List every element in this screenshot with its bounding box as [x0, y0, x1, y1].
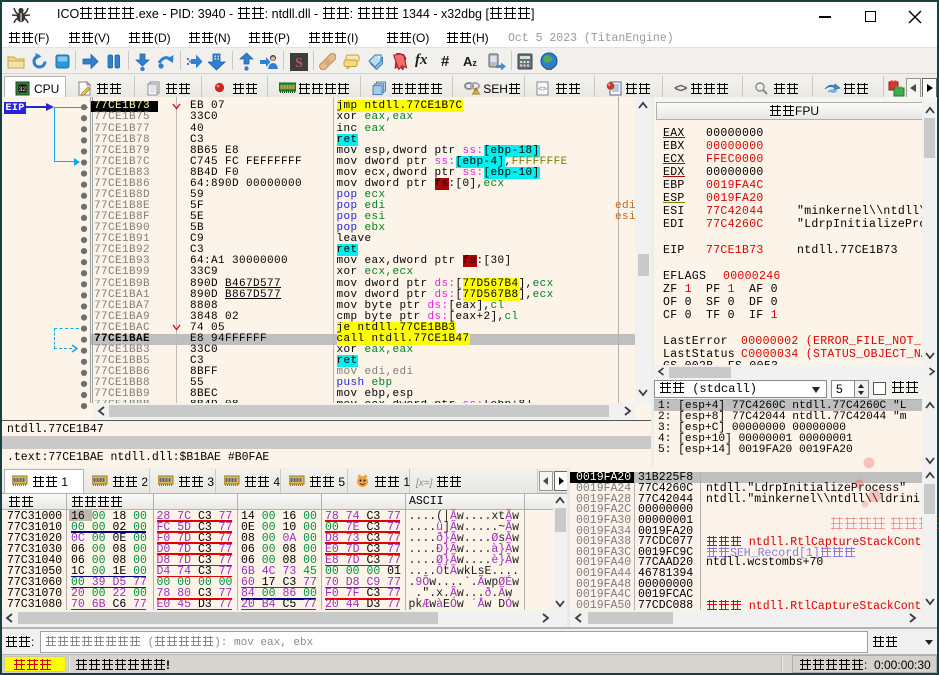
svg-text:S: S	[295, 56, 303, 71]
svg-text:<>: <>	[538, 86, 546, 94]
svg-text:32: 32	[19, 86, 27, 93]
svg-text:!: !	[476, 89, 477, 95]
